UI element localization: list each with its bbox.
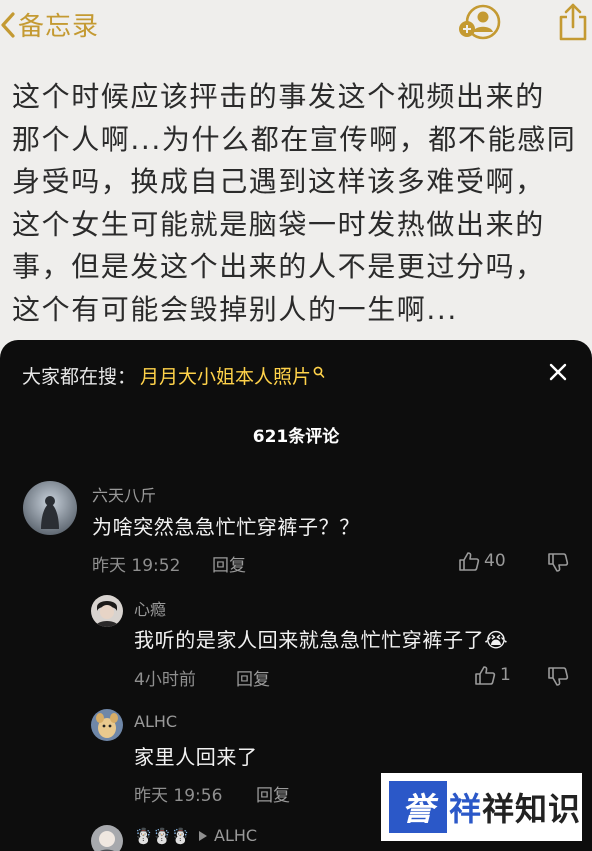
- comment-time: 昨天 19:56: [134, 786, 223, 806]
- chevron-left-icon: [1, 11, 15, 38]
- share-person-icon[interactable]: [458, 4, 504, 40]
- thumb-down-icon[interactable]: [547, 667, 569, 687]
- comment-username[interactable]: 六天八斤: [92, 482, 156, 506]
- note-line: 这个女生可能就是脑袋一时发热做出来的: [12, 207, 545, 241]
- comment-username[interactable]: ☃️☃️☃️ ALHC: [134, 826, 257, 845]
- avatar[interactable]: [91, 825, 123, 851]
- back-label: 备忘录: [18, 12, 100, 42]
- comment-time: 昨天 19:52: [92, 556, 181, 576]
- reply-to-username: ALHC: [214, 826, 258, 845]
- search-suggestion[interactable]: 大家都在搜： 月月大小姐本人照片: [22, 362, 325, 389]
- like-count: 40: [484, 551, 506, 571]
- note-line: 这个时候应该抨击的事发这个视频出来的: [12, 80, 545, 113]
- comment-username[interactable]: ALHC: [134, 712, 177, 731]
- avatar[interactable]: [23, 481, 77, 535]
- reply-button[interactable]: 回复: [212, 551, 246, 576]
- note-line: 事，但是发这个出来的人不是更过分吗，: [12, 250, 545, 284]
- thumb-down-icon[interactable]: [547, 553, 569, 573]
- reply-arrow-icon: [199, 830, 208, 841]
- note-body[interactable]: 这个时候应该抨击的事发这个视频出来的 那个人啊...为什么都在宣传啊，都不能感同…: [12, 76, 587, 332]
- note-line: 身受吗，换成自己遇到这样该多难受啊，: [12, 165, 545, 199]
- back-button[interactable]: 备忘录: [0, 6, 99, 43]
- like-button[interactable]: 40: [458, 551, 506, 571]
- comment-text-body: 我听的是家人回来就急急忙忙穿裤子了: [134, 628, 485, 652]
- reply-button[interactable]: 回复: [256, 781, 290, 806]
- like-count: 1: [500, 665, 511, 685]
- thumb-up-icon: [459, 552, 480, 571]
- notes-header: 备忘录: [0, 0, 592, 50]
- search-icon: [313, 366, 325, 378]
- avatar[interactable]: [91, 709, 123, 741]
- thumb-up-icon: [475, 666, 496, 685]
- notes-screen: 备忘录 这个时候应该抨击的事发这个视频出来的 那个人啊...为什么都在宣传啊，都…: [0, 0, 592, 360]
- share-icon[interactable]: [556, 2, 590, 42]
- watermark-text: 祥祥知识: [449, 790, 582, 828]
- watermark-logo: 誉: [389, 781, 447, 833]
- comment-username[interactable]: 心瘾: [134, 596, 166, 620]
- reply-button[interactable]: 回复: [236, 665, 270, 690]
- comment-text: 家里人回来了: [134, 745, 258, 769]
- search-term: 月月大小姐本人照片: [140, 366, 312, 388]
- like-button[interactable]: 1: [474, 665, 511, 685]
- snowman-name: ☃️☃️☃️: [134, 826, 191, 845]
- note-line: 那个人啊...为什么都在宣传啊，都不能感同: [12, 122, 577, 156]
- search-prefix: 大家都在搜：: [22, 366, 137, 388]
- comment-text: 我听的是家人回来就急急忙忙穿裤子了😭: [134, 624, 508, 653]
- note-line: 这个有可能会毁掉别人的一生啊...: [12, 292, 458, 326]
- avatar[interactable]: [91, 595, 123, 627]
- close-icon[interactable]: [548, 362, 568, 382]
- watermark: 誉 祥祥知识: [381, 773, 582, 841]
- comment-count-title: 621条评论: [252, 427, 340, 447]
- comment-time: 4小时前: [134, 670, 196, 690]
- comment-text: 为啥突然急急忙忙穿裤子？？: [92, 515, 360, 539]
- crying-emoji: 😭: [484, 628, 509, 652]
